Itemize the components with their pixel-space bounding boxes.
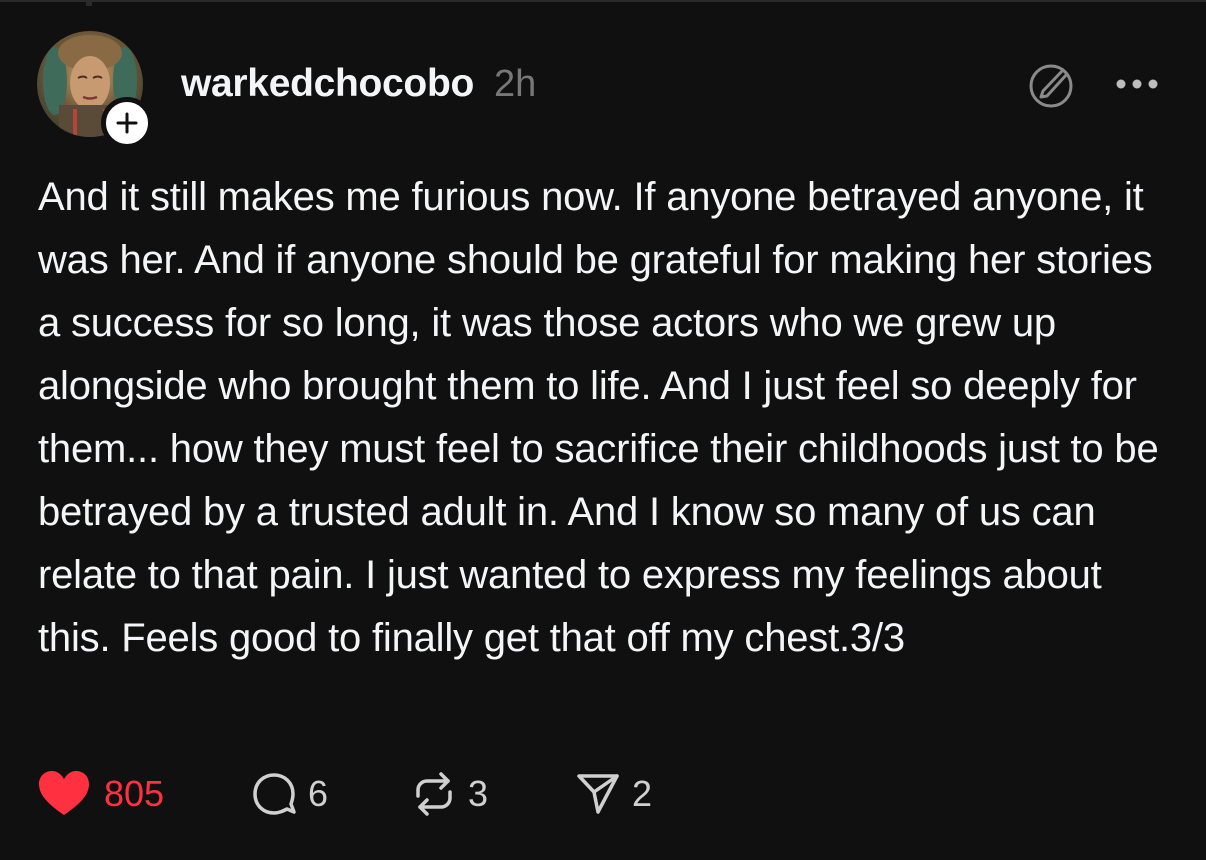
reply-count: 6 [308, 773, 329, 814]
post-header: warkedchocobo 2h [181, 62, 536, 110]
like-count: 805 [104, 773, 165, 814]
heart-icon [39, 771, 89, 815]
like-button[interactable]: 805 [38, 764, 164, 824]
username[interactable]: warkedchocobo [181, 62, 474, 106]
top-divider [0, 0, 1206, 2]
repost-button[interactable]: 3 [410, 764, 488, 824]
repost-icon [416, 772, 452, 816]
share-button[interactable]: 2 [574, 764, 652, 824]
comment-icon [253, 773, 296, 815]
repost-count: 3 [468, 773, 489, 814]
plus-icon [116, 112, 138, 134]
follow-button[interactable] [101, 97, 153, 149]
send-icon [577, 774, 619, 814]
more-icon[interactable] [1114, 72, 1160, 96]
thread-connector [86, 0, 92, 6]
reply-button[interactable]: 6 [250, 764, 328, 824]
edit-icon[interactable] [1025, 60, 1077, 112]
timestamp: 2h [494, 63, 537, 105]
share-count: 2 [632, 773, 653, 814]
post-text: And it still makes me furious now. If an… [38, 175, 1159, 660]
